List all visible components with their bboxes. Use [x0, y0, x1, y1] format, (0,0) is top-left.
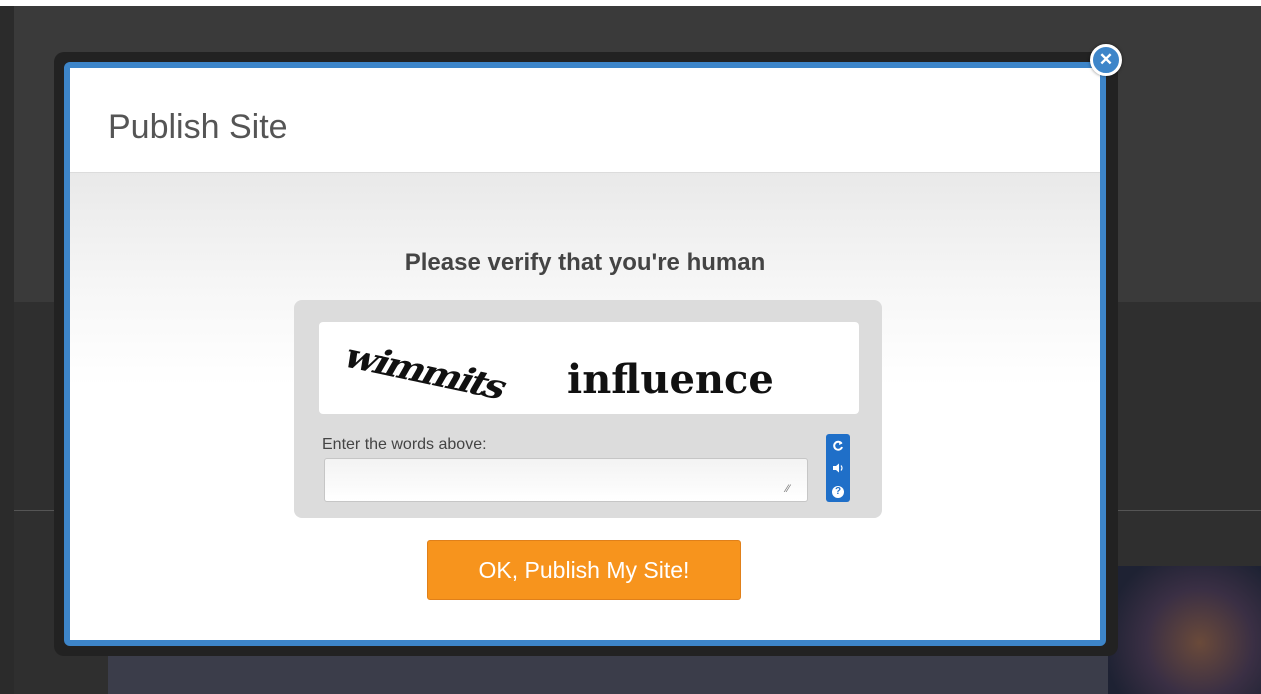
modal-header: Publish Site	[70, 68, 1100, 173]
captcha-word-1: wimmits	[336, 336, 515, 407]
close-icon[interactable]: ✕	[1090, 44, 1122, 76]
publish-site-button[interactable]: OK, Publish My Site!	[427, 540, 741, 600]
resize-grip-icon[interactable]: ⁄⁄	[786, 482, 800, 496]
background-image	[1108, 566, 1261, 694]
help-icon[interactable]: ?	[826, 479, 850, 501]
background-top-strip	[0, 0, 1261, 6]
background-left-strip	[0, 6, 14, 694]
verify-heading: Please verify that you're human	[404, 249, 766, 276]
modal-title: Publish Site	[108, 108, 288, 146]
captcha-word-2: influence	[567, 356, 774, 403]
captcha-controls: ?	[826, 434, 850, 502]
modal-body: Please verify that you're human wimmits …	[70, 173, 1100, 640]
publish-site-dialog: Publish Site Please verify that you're h…	[64, 62, 1106, 646]
refresh-icon[interactable]	[826, 435, 850, 457]
captcha-image: wimmits influence	[319, 322, 859, 414]
audio-icon[interactable]	[826, 457, 850, 479]
captcha-widget: wimmits influence Enter the words above:…	[294, 300, 882, 518]
captcha-input[interactable]	[324, 458, 808, 502]
captcha-input-label: Enter the words above:	[322, 436, 487, 453]
